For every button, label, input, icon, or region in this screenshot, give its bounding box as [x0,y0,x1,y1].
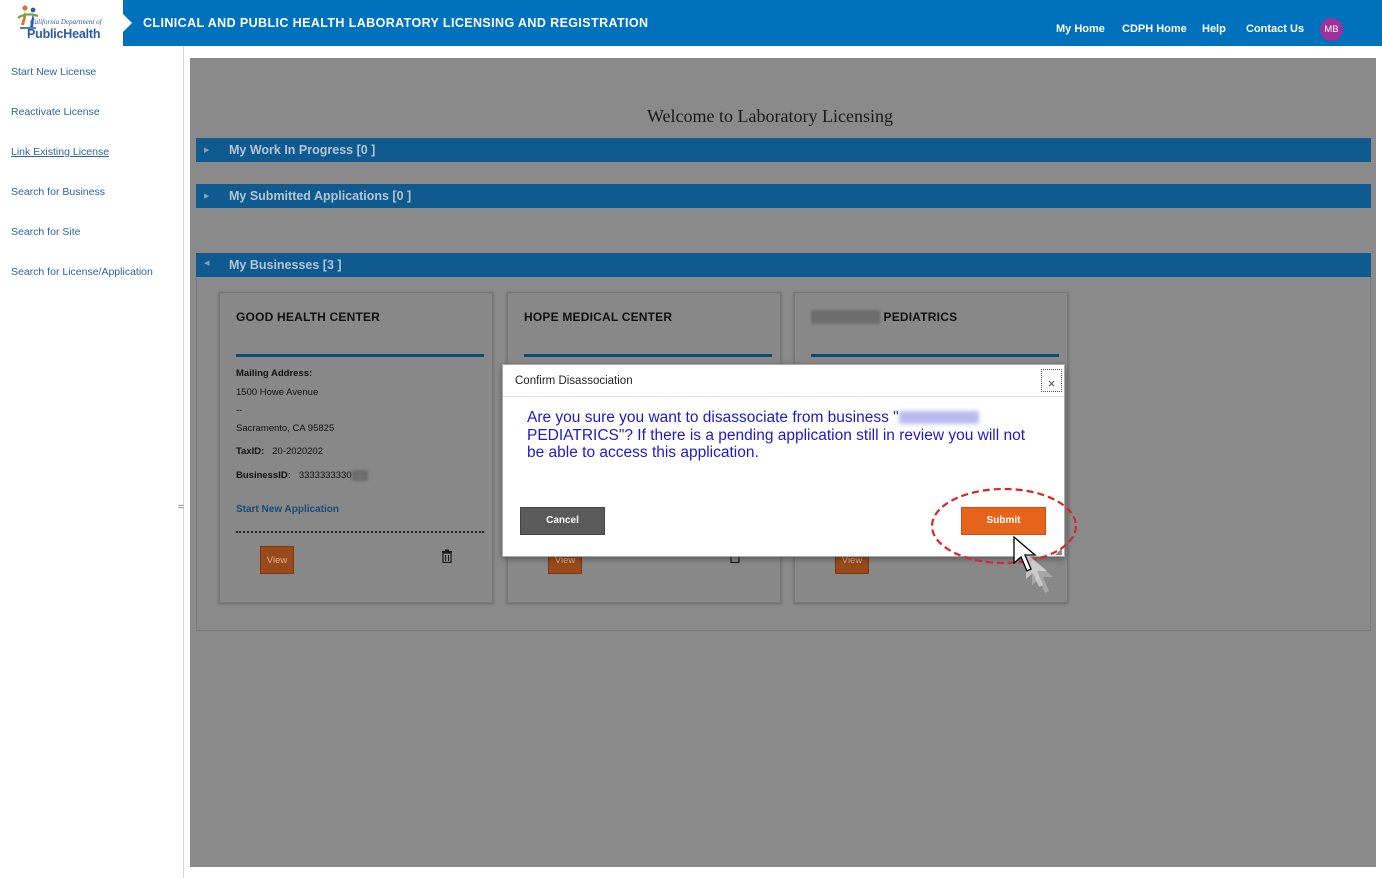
expand-triangle-icon: ▶ [204,147,210,154]
section-title: My Submitted Applications [0 ] [229,189,412,203]
close-icon[interactable]: × [1041,369,1062,392]
dialog-message: Are you sure you want to disassociate fr… [527,409,1025,461]
trash-icon[interactable] [441,549,453,563]
card-divider [811,354,1059,357]
address-line-1: 1500 Howe Avenue [236,387,319,398]
sidebar-item-search-site[interactable]: Search for Site [11,226,80,238]
user-avatar[interactable]: MB [1320,18,1343,41]
cdph-logo[interactable]: California Department of PublicHealth [0,0,123,46]
address-line-2: -- [236,405,243,416]
business-card-good-health: GOOD HEALTH CENTER Mailing Address: 1500… [219,292,493,603]
business-name: GOOD HEALTH CENTER [236,310,381,324]
nav-cdph-home[interactable]: CDPH Home [1122,23,1187,35]
sidebar-item-search-business[interactable]: Search for Business [11,186,105,198]
section-title: My Work In Progress [0 ] [229,143,376,157]
site-title: CLINICAL AND PUBLIC HEALTH LABORATORY LI… [143,16,649,30]
sidebar: Start New License Reactivate License Lin… [0,46,184,878]
sidebar-item-reactivate-license[interactable]: Reactivate License [11,106,100,118]
sidebar-item-search-license[interactable]: Search for License/Application [11,266,153,278]
start-new-application-link[interactable]: Start New Application [236,504,339,515]
mailing-address-label: Mailing Address: [236,368,313,379]
tax-id: TaxID: 20-2020202 [236,446,323,457]
logo-wordmark: PublicHealth [27,27,101,41]
cancel-button[interactable]: Cancel [520,507,605,535]
section-work-in-progress[interactable]: ▶ My Work In Progress [0 ] [196,138,1371,162]
expand-triangle-icon: ▶ [204,193,210,200]
business-id: BusinessID: 3333333330888 [236,470,368,481]
nav-my-home[interactable]: My Home [1056,23,1105,35]
business-name: MARSHALL PEDIATRICS [811,310,957,324]
business-name: HOPE MEDICAL CENTER [524,310,673,324]
logo-arrow [123,14,132,32]
logo-subtitle: California Department of [30,18,102,26]
mouse-cursor-icon [1013,535,1053,593]
page-title: Welcome to Laboratory Licensing [647,106,893,126]
sidebar-item-start-new-license[interactable]: Start New License [11,66,96,78]
redacted-name: MARSHALL [811,310,880,324]
collapse-triangle-icon: ◀ [204,260,210,267]
view-button[interactable]: View [260,546,294,574]
card-dotted-divider [236,531,484,533]
nav-help[interactable]: Help [1202,23,1226,35]
nav-contact-us[interactable]: Contact Us [1246,23,1304,35]
address-line-3: Sacramento, CA 95825 [236,423,335,434]
section-my-businesses[interactable]: ◀ My Businesses [3 ] [196,253,1371,277]
section-submitted-applications[interactable]: ▶ My Submitted Applications [0 ] [196,184,1371,208]
section-title: My Businesses [3 ] [229,258,342,272]
sidebar-resize-handle[interactable]: = [178,502,184,513]
redacted-business-name [898,411,979,425]
dialog-header: Confirm Disassociation × [503,365,1064,397]
top-header: California Department of PublicHealth CL… [0,0,1382,46]
dialog-title: Confirm Disassociation [515,375,633,387]
card-divider [524,354,772,357]
sidebar-item-link-existing-license[interactable]: Link Existing License [11,146,109,158]
card-divider [236,354,484,357]
